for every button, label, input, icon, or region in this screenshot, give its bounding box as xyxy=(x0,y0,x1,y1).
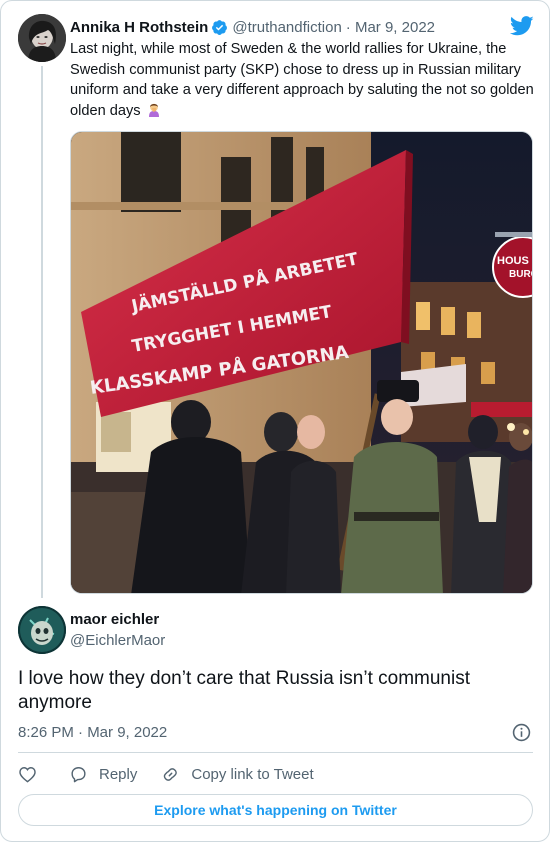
author-handle[interactable]: @truthandfiction xyxy=(232,19,341,36)
reply-timestamp[interactable]: 8:26 PM · Mar 9, 2022 xyxy=(18,724,167,741)
reply-author-handle[interactable]: @EichlerMaor xyxy=(70,632,165,649)
heart-icon xyxy=(19,766,36,783)
explore-twitter-button[interactable]: Explore what's happening on Twitter xyxy=(18,794,533,826)
action-bar: Reply Copy link to Tweet xyxy=(18,763,314,785)
parent-tweet-body: Last night, while most of Sweden & the w… xyxy=(70,41,534,119)
shop-sign-line-2: BURG xyxy=(509,269,533,280)
author-name[interactable]: Annika H Rothstein xyxy=(70,19,208,36)
reply-button[interactable]: Reply xyxy=(69,765,137,784)
reply-label: Reply xyxy=(99,765,138,783)
reply-author-name[interactable]: maor eichler xyxy=(70,611,159,628)
tweet-date[interactable]: · Mar 9, 2022 xyxy=(346,19,435,36)
woman-facepalming-emoji-icon xyxy=(148,103,159,117)
reply-tweet-text: I love how they don’t care that Russia i… xyxy=(18,668,470,713)
twitter-bird-icon[interactable] xyxy=(510,16,534,36)
tweet-photo[interactable]: HOUS BURG JÄMSTÄLLD PÅ ARBETET TRYGGHET … xyxy=(70,131,533,594)
link-icon xyxy=(164,767,178,781)
parent-tweet-text: Last night, while most of Sweden & the w… xyxy=(70,39,540,121)
embedded-tweet-card: Annika H Rothstein @truthandfiction · Ma… xyxy=(0,0,550,842)
parent-tweet-header: Annika H Rothstein @truthandfiction · Ma… xyxy=(70,17,540,37)
reply-author-avatar[interactable] xyxy=(18,606,66,654)
author-avatar[interactable] xyxy=(18,14,66,62)
like-button[interactable] xyxy=(18,765,37,784)
shop-sign-line-1: HOUS xyxy=(497,255,529,267)
info-icon[interactable] xyxy=(512,723,531,742)
verified-badge-icon xyxy=(212,19,228,35)
reply-bubble-icon xyxy=(71,766,86,782)
copy-link-label: Copy link to Tweet xyxy=(191,765,314,783)
divider xyxy=(18,752,533,753)
copy-link-button[interactable]: Copy link to Tweet xyxy=(161,765,314,784)
thread-connector-line xyxy=(41,66,43,598)
